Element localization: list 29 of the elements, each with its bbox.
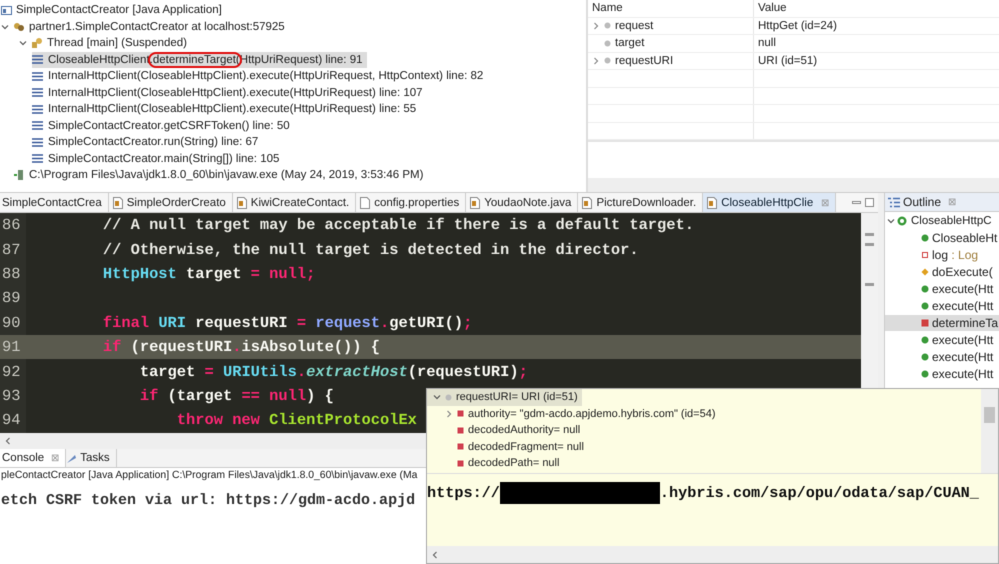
line-number: 87 [0, 237, 26, 262]
detail-text: .hybris.com/sap/opu/odata/sap/CUAN_ [660, 484, 979, 502]
variable-value: URI (id=51) [758, 54, 818, 67]
code-line: if (target == null) { [138, 386, 334, 405]
stack-frame-label: InternalHttpClient(CloseableHttpClient).execute(HttpUriRequest, HttpContext) line: 82 [48, 70, 484, 82]
line-number: 90 [0, 310, 26, 335]
code-line: HttpHost target = null; [102, 264, 316, 283]
code-line: // A null target may be acceptable if there is a default target. [102, 216, 694, 234]
variable-value: null [758, 37, 776, 50]
line-number: 93 [0, 384, 26, 408]
detail-text: https:// [427, 484, 500, 502]
code-line: // Otherwise, the null target is detected in the director. [102, 240, 639, 259]
stack-frame-label: SimpleContactCreator.getCSRFToken() line: 50 [48, 120, 290, 132]
code-line: if (requestURI.isAbsolute()) { [102, 338, 380, 356]
stack-frame-label: SimpleContactCreator.run(String) line: 67 [48, 136, 258, 148]
stack-frame-label: InternalHttpClient(CloseableHttpClient).execute(HttpUriRequest) line: 107 [48, 86, 423, 99]
stack-frame-label: InternalHttpClient(CloseableHttpClient).execute(HttpUriRequest) line: 55 [48, 103, 416, 116]
variable-value: HttpGet (id=24) [758, 20, 837, 32]
code-line: final URI requestURI = request.getURI(); [102, 314, 472, 332]
line-number: 89 [0, 286, 26, 311]
line-number: 92 [0, 359, 26, 384]
stack-frame-label: SimpleContactCreator.main(String[]) line: 105 [48, 152, 280, 165]
line-number: 86 [0, 213, 26, 238]
code-line: throw new ClientProtocolEx [176, 411, 417, 430]
code-line: target = URIUtils.extractHost(requestURI); [138, 362, 528, 381]
console-header: pleContactCreator [Java Application] C:\Program Files\Java\jdk1.8.0_60\bin\javaw.exe (Ma [0, 469, 418, 483]
console-output: etch CSRF token via url: https://gdm-acdo.apjd [0, 491, 416, 509]
line-number: 88 [0, 262, 26, 286]
line-number: 94 [0, 408, 26, 433]
